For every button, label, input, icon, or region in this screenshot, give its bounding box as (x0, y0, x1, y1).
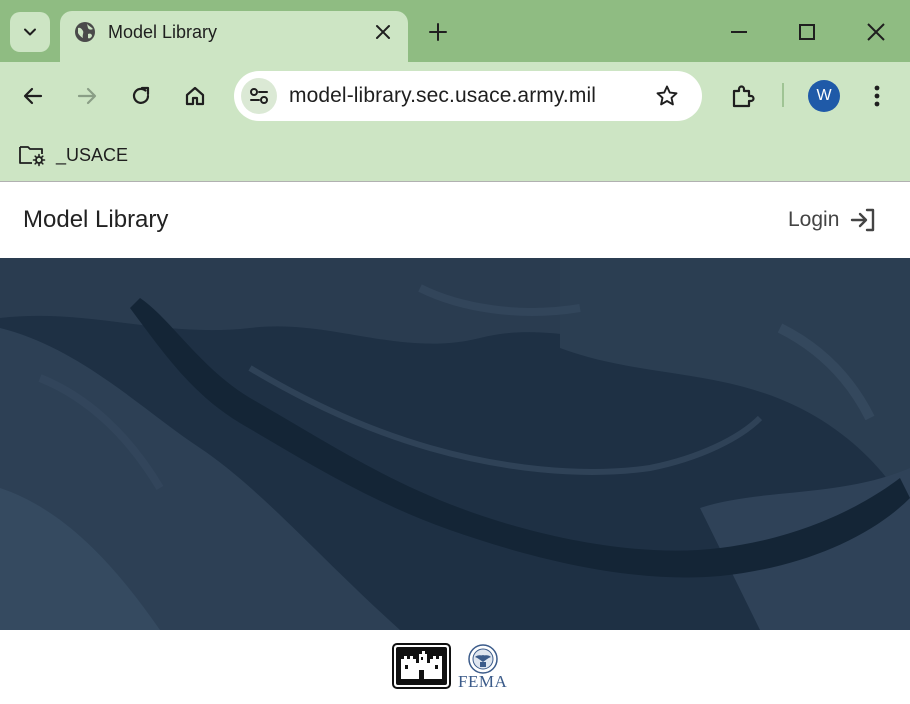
extensions-button[interactable] (726, 79, 760, 113)
minimize-button[interactable] (722, 15, 756, 49)
bookmark-label: _USACE (56, 144, 129, 165)
footer: FEMA (0, 630, 910, 704)
login-icon (851, 208, 875, 232)
maximize-button[interactable] (790, 15, 824, 49)
app-title: Model Library (23, 206, 169, 233)
fema-logo: FEMA (456, 643, 514, 691)
forward-button[interactable] (70, 79, 104, 113)
plus-icon (429, 23, 447, 41)
canyon-landscape-illustration (0, 258, 910, 630)
login-label: Login (788, 208, 840, 231)
tab-search-button[interactable] (10, 12, 50, 52)
folder-gear-icon (19, 146, 46, 167)
tab-title: Model Library (108, 22, 218, 42)
arrow-right-icon (77, 87, 97, 105)
profile-avatar-button[interactable]: W (808, 80, 840, 112)
bookmarks-bar: _USACE (0, 130, 910, 182)
bookmark-folder-usace[interactable]: _USACE (18, 140, 128, 170)
toolbar-separator (782, 83, 784, 107)
app-header: Model Library Login (0, 183, 910, 258)
address-bar[interactable]: model-library.sec.usace.army.mil (234, 71, 702, 121)
reload-icon (132, 86, 150, 104)
reload-button[interactable] (124, 79, 158, 113)
maximize-icon (799, 24, 815, 40)
home-icon (185, 86, 205, 106)
fema-wordmark: FEMA (458, 672, 508, 691)
arrow-left-icon (23, 87, 43, 105)
bookmark-star-button[interactable] (652, 81, 682, 111)
home-button[interactable] (178, 79, 212, 113)
url-text[interactable]: model-library.sec.usace.army.mil (289, 84, 596, 108)
close-icon (867, 23, 885, 41)
browser-toolbar: model-library.sec.usace.army.mil W (0, 62, 910, 130)
tune-icon (250, 88, 268, 104)
login-button[interactable]: Login (788, 205, 877, 235)
browser-tab-active[interactable]: Model Library (60, 11, 408, 63)
globe-icon (75, 22, 95, 42)
chevron-down-icon (24, 28, 36, 36)
kebab-menu-icon (874, 85, 880, 107)
hero-canyon-image (0, 258, 910, 630)
new-tab-button[interactable] (424, 18, 452, 46)
close-window-button[interactable] (859, 15, 893, 49)
site-info-button[interactable] (241, 78, 277, 114)
minimize-icon (731, 31, 747, 33)
browser-tab-strip: Model Library (0, 0, 910, 63)
browser-menu-button[interactable] (860, 79, 894, 113)
usace-castle-logo (392, 643, 451, 689)
puzzle-icon (732, 85, 755, 108)
star-icon (656, 85, 678, 106)
back-button[interactable] (16, 79, 50, 113)
tab-close-button[interactable] (372, 21, 394, 43)
close-icon (376, 25, 390, 39)
